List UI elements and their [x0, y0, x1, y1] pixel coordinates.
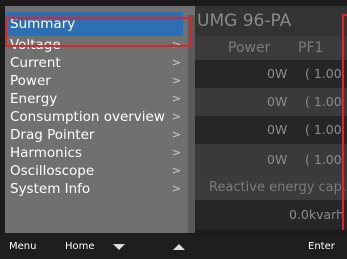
menu-scrollbar[interactable]	[188, 15, 195, 233]
menu-item-harmonics[interactable]: Harmonics >	[5, 144, 183, 162]
menu-item-label: Oscilloscope	[10, 163, 95, 179]
reactive-energy-label: Reactive energy cap.	[188, 176, 347, 200]
softkey-enter-button[interactable]: Enter	[308, 235, 335, 259]
menu-item-oscilloscope[interactable]: Oscilloscope >	[5, 162, 183, 180]
power-value: 0W	[267, 152, 288, 167]
softkey-bar: Menu Home Enter	[0, 235, 347, 259]
pf-value: ( 1.00	[305, 122, 342, 137]
column-header-pf: PF1	[298, 40, 324, 56]
chevron-right-icon: >	[171, 110, 181, 123]
reactive-energy-value: 0.0kvarh	[288, 207, 344, 222]
chevron-right-icon: >	[171, 128, 181, 141]
table-header: Power PF1	[188, 36, 347, 60]
menu-item-label: Consumption overview	[10, 109, 165, 125]
table-row: 0W ( 1.00	[188, 88, 347, 116]
softkey-down-icon[interactable]	[113, 244, 125, 250]
menu-item-label: Current	[10, 55, 61, 71]
menu-item-label: Power	[10, 73, 51, 89]
device-title: UMG 96-PA	[188, 6, 347, 36]
menu-item-current[interactable]: Current >	[5, 54, 183, 72]
softkey-up-icon[interactable]	[173, 244, 185, 250]
table-row: 0W ( 1.00	[188, 144, 347, 176]
chevron-right-icon: >	[171, 92, 181, 105]
menu-item-power[interactable]: Power >	[5, 72, 183, 90]
column-header-power: Power	[228, 40, 271, 56]
chevron-right-icon: >	[171, 74, 181, 87]
menu-item-label: Drag Pointer	[10, 127, 95, 143]
pf-value: ( 1.00	[305, 94, 342, 109]
power-value: 0W	[267, 122, 288, 137]
menu-item-consumption-overview[interactable]: Consumption overview >	[5, 108, 183, 126]
power-value: 0W	[267, 94, 288, 109]
power-value: 0W	[267, 66, 288, 81]
menu-item-label: System Info	[10, 181, 91, 197]
reactive-energy-row: 0.0kvarh	[188, 200, 347, 230]
menu-item-system-info[interactable]: System Info >	[5, 180, 183, 198]
menu-item-energy[interactable]: Energy >	[5, 90, 183, 108]
device-screen: UMG 96-PA Power PF1 0W ( 1.00 0W ( 1.00 …	[0, 0, 347, 259]
chevron-right-icon: >	[171, 164, 181, 177]
main-menu: Summary Voltage > Current > Power > Ener…	[5, 6, 195, 233]
menu-item-label: Voltage	[10, 37, 61, 53]
pf-value: ( 1.00	[305, 152, 342, 167]
page-focus-border	[342, 14, 347, 230]
menu-item-label: Summary	[10, 16, 76, 32]
menu-item-label: Energy	[10, 91, 58, 107]
chevron-right-icon: >	[171, 38, 181, 51]
menu-item-voltage[interactable]: Voltage >	[5, 36, 183, 54]
table-row: 0W ( 1.00	[188, 60, 347, 88]
softkey-home-button[interactable]: Home	[65, 235, 95, 259]
chevron-right-icon: >	[171, 146, 181, 159]
menu-item-drag-pointer[interactable]: Drag Pointer >	[5, 126, 183, 144]
menu-item-summary[interactable]: Summary	[5, 12, 183, 36]
menu-item-label: Harmonics	[10, 145, 82, 161]
pf-value: ( 1.00	[305, 66, 342, 81]
softkey-menu-button[interactable]: Menu	[9, 235, 36, 259]
chevron-right-icon: >	[171, 56, 181, 69]
table-row: 0W ( 1.00	[188, 116, 347, 144]
chevron-right-icon: >	[171, 182, 181, 195]
